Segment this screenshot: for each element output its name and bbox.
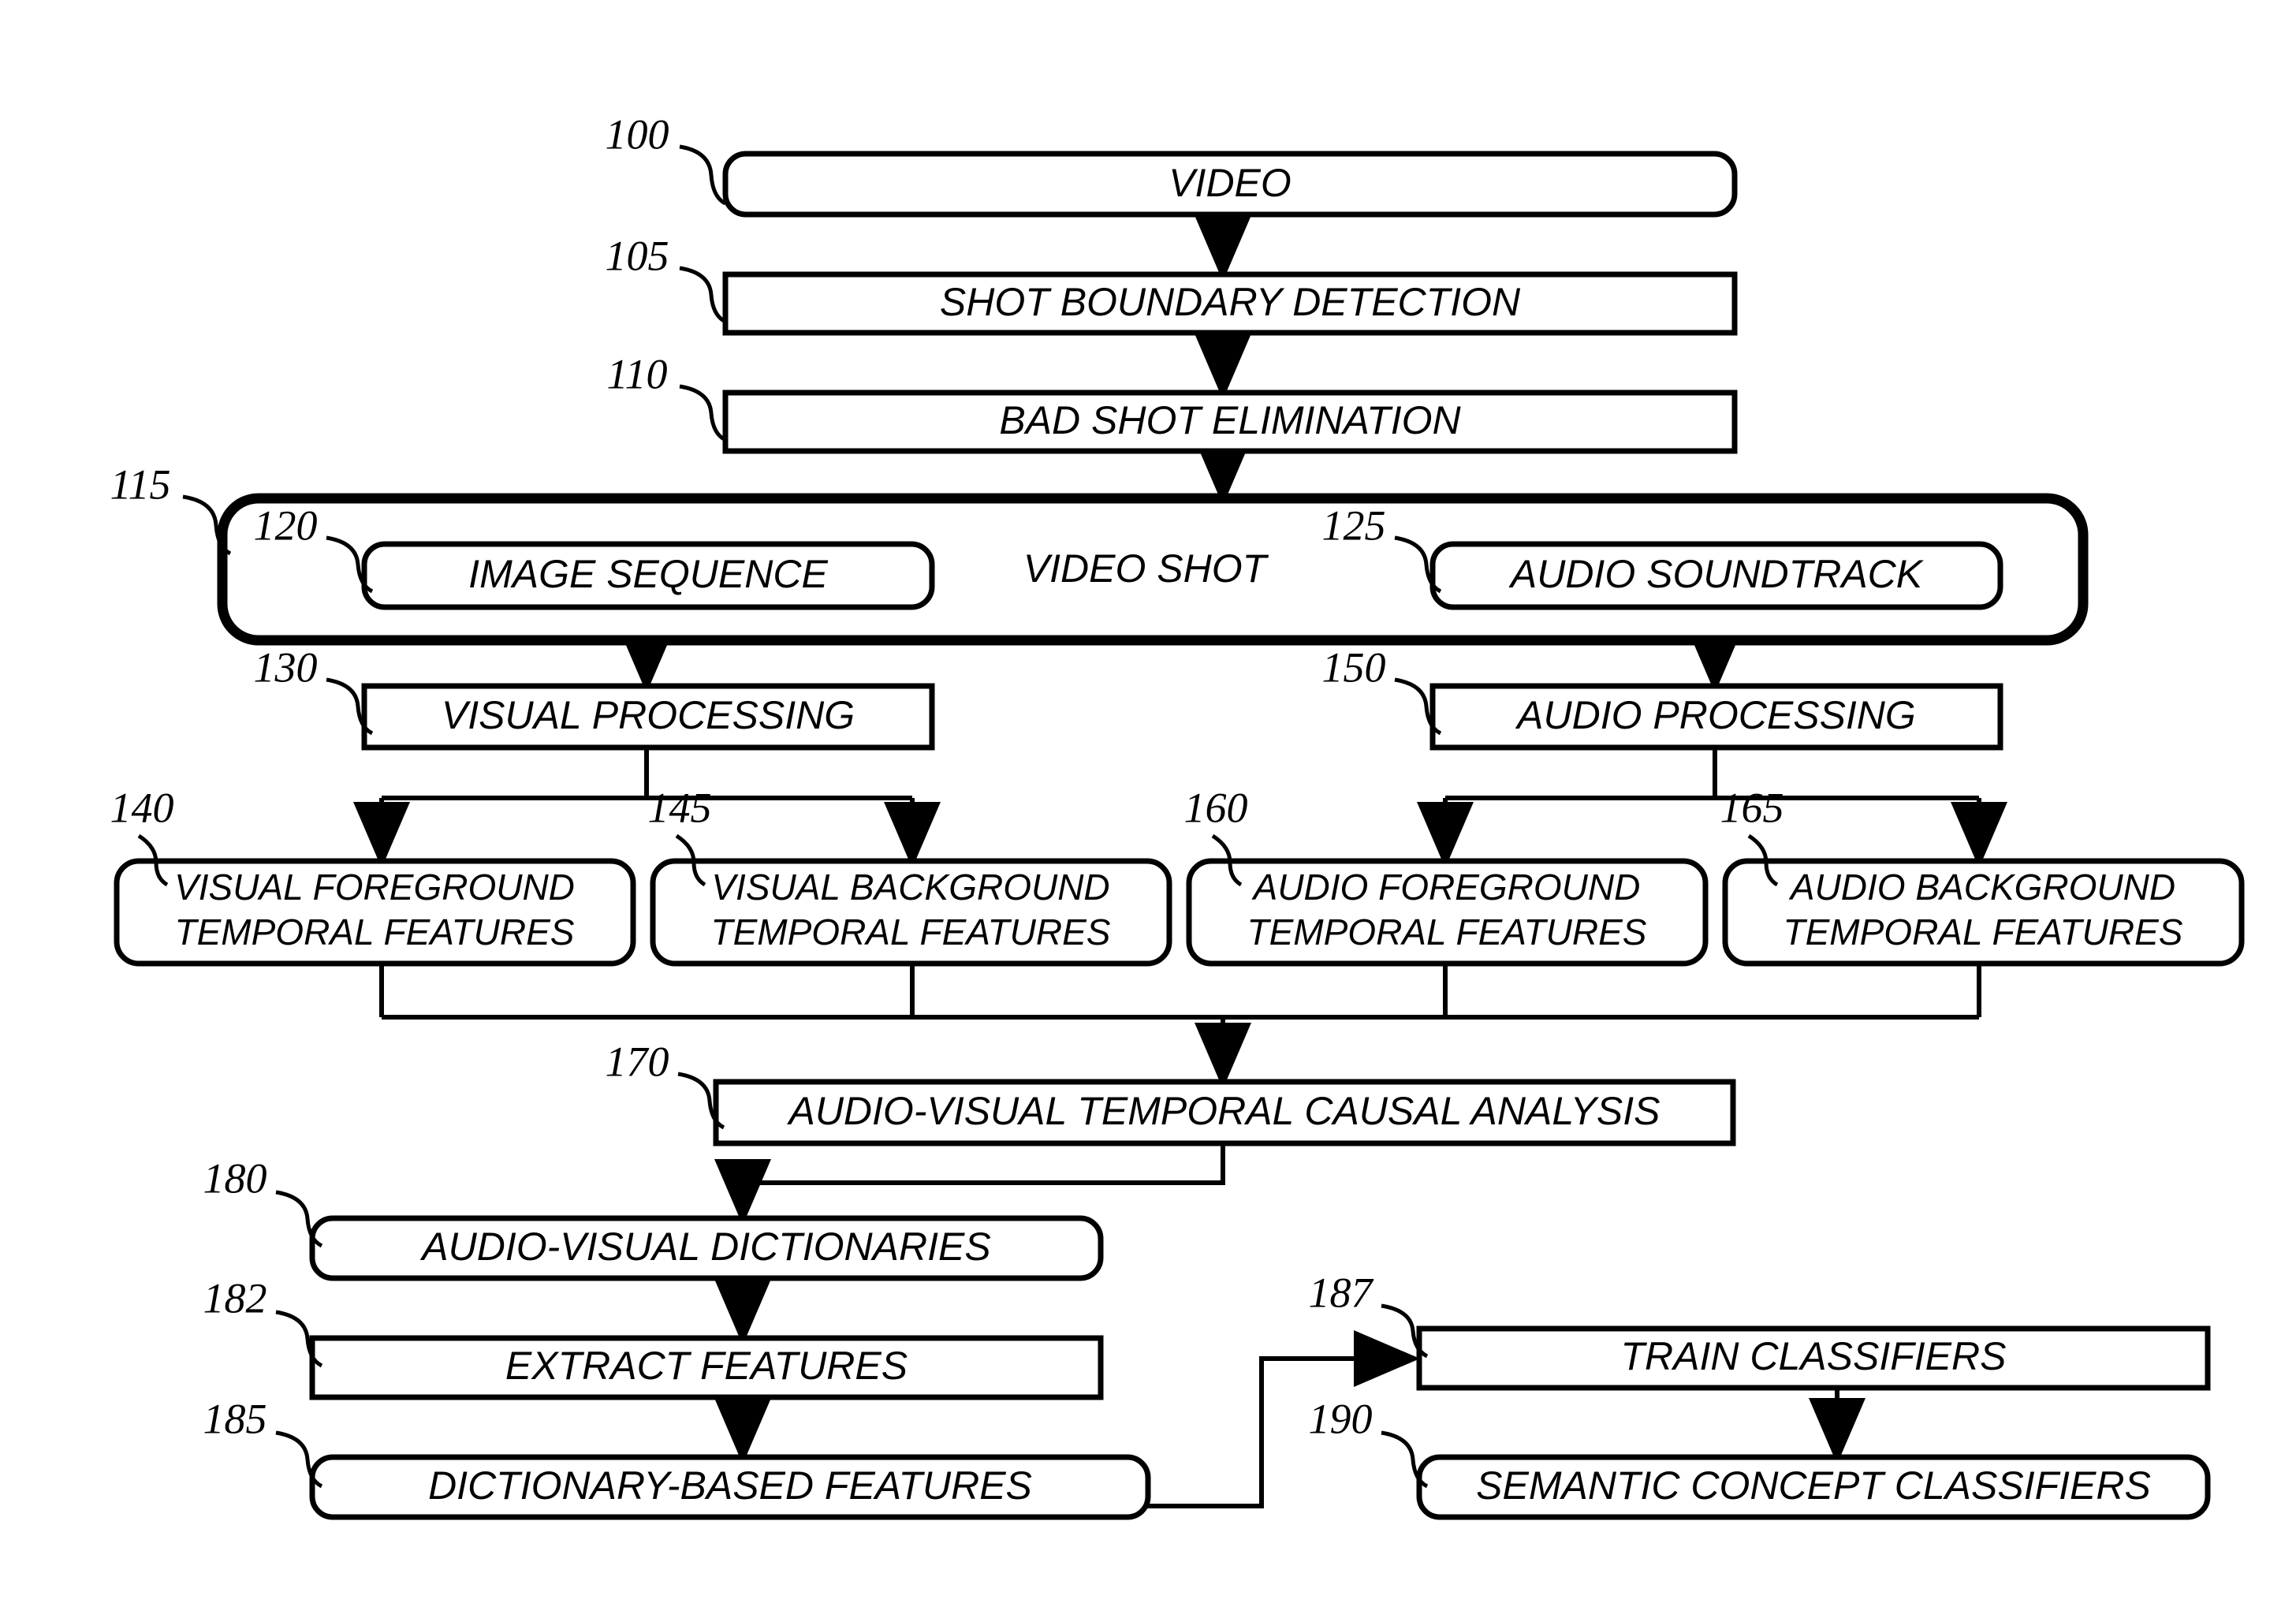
elbow-causal-analysis-to-dictionaries [714, 1143, 1225, 1225]
ref-182: 182 [203, 1274, 323, 1368]
ref-150-number: 150 [1322, 643, 1386, 691]
node-audio-foreground-features-line2: TEMPORAL FEATURES [1247, 912, 1647, 953]
ref-110: 110 [607, 350, 727, 442]
ref-115-number: 115 [110, 460, 171, 508]
node-av-dictionaries-label: AUDIO-VISUAL DICTIONARIES [419, 1225, 990, 1269]
ref-187-number: 187 [1309, 1269, 1374, 1316]
node-av-dictionaries[interactable]: AUDIO-VISUAL DICTIONARIES [309, 1215, 1104, 1281]
node-visual-background-features-line2: TEMPORAL FEATURES [711, 912, 1111, 953]
ref-170: 170 [606, 1038, 725, 1130]
node-extract-features-label: EXTRACT FEATURES [505, 1344, 908, 1388]
node-extract-features[interactable]: EXTRACT FEATURES [309, 1335, 1104, 1400]
ref-100-leader [679, 144, 727, 206]
ref-185-leader [275, 1430, 323, 1489]
node-video-label: VIDEO [1168, 161, 1292, 205]
node-semantic-concept-classifiers[interactable]: SEMANTIC CONCEPT CLASSIFIERS [1416, 1454, 2211, 1520]
ref-165-number: 165 [1720, 784, 1784, 831]
node-train-classifiers-label: TRAIN CLASSIFIERS [1621, 1334, 2007, 1378]
ref-190-number: 190 [1309, 1395, 1373, 1442]
elbow-dictionary-based-to-train-classifiers [1145, 1330, 1420, 1508]
node-causal-analysis[interactable]: AUDIO-VISUAL TEMPORAL CAUSAL ANALYSIS [713, 1079, 1736, 1146]
flowchart-canvas: VIDEO 100 SHOT BOUNDARY DETECTION 105 BA… [110, 110, 2245, 1520]
node-visual-background-features-line1: VISUAL BACKGROUND [711, 867, 1109, 908]
node-audio-foreground-features[interactable]: AUDIO FOREGROUND TEMPORAL FEATURES [1186, 858, 1709, 967]
ref-185: 185 [203, 1395, 323, 1489]
node-train-classifiers[interactable]: TRAIN CLASSIFIERS [1416, 1325, 2211, 1391]
node-audio-background-features-line2: TEMPORAL FEATURES [1784, 912, 2183, 953]
node-image-sequence[interactable]: IMAGE SEQUENCE [361, 541, 935, 610]
ref-100: 100 [606, 110, 727, 206]
node-visual-foreground-features[interactable]: VISUAL FOREGROUND TEMPORAL FEATURES [114, 858, 636, 967]
patent-flowchart-figure: VIDEO 100 SHOT BOUNDARY DETECTION 105 BA… [0, 0, 2296, 1618]
ref-120-number: 120 [254, 501, 318, 549]
node-audio-processing-label: AUDIO PROCESSING [1515, 693, 1916, 737]
node-image-sequence-label: IMAGE SEQUENCE [468, 552, 828, 596]
ref-180-leader [275, 1190, 323, 1248]
node-audio-soundtrack-label: AUDIO SOUNDTRACK [1508, 552, 1925, 596]
ref-187: 187 [1309, 1269, 1429, 1359]
node-semantic-concept-classifiers-label: SEMANTIC CONCEPT CLASSIFIERS [1476, 1463, 2151, 1508]
node-visual-foreground-features-line1: VISUAL FOREGROUND [174, 867, 575, 908]
ref-105-leader [679, 266, 727, 324]
node-audio-processing[interactable]: AUDIO PROCESSING [1429, 683, 2003, 751]
node-dictionary-based-features-label: DICTIONARY-BASED FEATURES [428, 1463, 1032, 1508]
ref-145-number: 145 [648, 784, 712, 831]
ref-190-leader [1381, 1430, 1429, 1489]
ref-190: 190 [1309, 1395, 1429, 1489]
ref-150: 150 [1322, 643, 1442, 736]
node-audio-background-features[interactable]: AUDIO BACKGROUND TEMPORAL FEATURES [1722, 858, 2245, 967]
ref-110-number: 110 [607, 350, 668, 397]
node-shot-boundary-detection-label: SHOT BOUNDARY DETECTION [940, 280, 1521, 324]
node-dictionary-based-features[interactable]: DICTIONARY-BASED FEATURES [309, 1454, 1151, 1520]
ref-125-number: 125 [1322, 501, 1386, 549]
node-bad-shot-elimination[interactable]: BAD SHOT ELIMINATION [722, 390, 1738, 454]
node-visual-processing-label: VISUAL PROCESSING [442, 693, 855, 737]
ref-100-number: 100 [606, 110, 669, 158]
ref-185-number: 185 [203, 1395, 267, 1442]
node-video[interactable]: VIDEO [722, 151, 1738, 218]
node-causal-analysis-label: AUDIO-VISUAL TEMPORAL CAUSAL ANALYSIS [786, 1089, 1660, 1133]
ref-115: 115 [110, 460, 232, 556]
node-video-shot-label: VIDEO SHOT [1023, 546, 1269, 591]
ref-105: 105 [606, 232, 727, 324]
node-visual-foreground-features-line2: TEMPORAL FEATURES [175, 912, 575, 953]
node-bad-shot-elimination-label: BAD SHOT ELIMINATION [999, 398, 1461, 442]
ref-105-number: 105 [606, 232, 669, 279]
ref-182-number: 182 [203, 1274, 267, 1322]
ref-180-number: 180 [203, 1154, 267, 1202]
node-shot-boundary-detection[interactable]: SHOT BOUNDARY DETECTION [722, 271, 1738, 336]
ref-160-number: 160 [1184, 784, 1248, 831]
ref-130: 130 [254, 643, 374, 736]
node-visual-background-features[interactable]: VISUAL BACKGROUND TEMPORAL FEATURES [650, 858, 1172, 967]
ref-140-number: 140 [110, 784, 174, 831]
ref-170-number: 170 [606, 1038, 669, 1085]
node-audio-soundtrack[interactable]: AUDIO SOUNDTRACK [1429, 541, 2003, 610]
ref-130-number: 130 [254, 643, 318, 691]
node-audio-foreground-features-line1: AUDIO FOREGROUND [1251, 867, 1641, 908]
ref-110-leader [679, 384, 727, 442]
ref-180: 180 [203, 1154, 323, 1248]
node-visual-processing[interactable]: VISUAL PROCESSING [361, 683, 935, 751]
node-audio-background-features-line1: AUDIO BACKGROUND [1788, 867, 2175, 908]
